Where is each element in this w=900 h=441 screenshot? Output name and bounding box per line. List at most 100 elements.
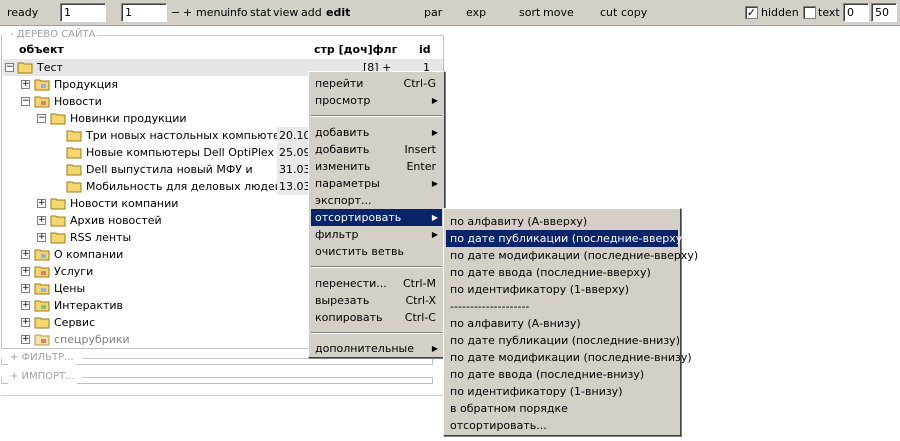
sort-alpha-desc[interactable]: по алфавиту (А-внизу) xyxy=(446,315,678,332)
tree-item-label: Dell выпустила новый МФУ и xyxy=(86,163,253,176)
sort-reverse[interactable]: в обратном порядке xyxy=(446,400,678,417)
menu-item-export[interactable]: экспорт... xyxy=(311,192,442,209)
expand-icon[interactable]: + xyxy=(37,216,46,225)
hidden-checkbox[interactable]: ✓ xyxy=(745,6,758,19)
expand-icon[interactable]: + xyxy=(37,199,46,208)
expand-icon[interactable]: + xyxy=(21,80,30,89)
menu-item-label: просмотр xyxy=(315,94,371,107)
tree-row[interactable]: Мобильность для деловых людей 13.03. xyxy=(3,178,316,195)
menu-item-view[interactable]: просмотр ▶ xyxy=(311,92,442,109)
expand-icon[interactable]: + xyxy=(21,250,30,259)
tree-row[interactable]: + О компании xyxy=(3,246,308,263)
text-label: text xyxy=(818,6,840,19)
submenu-arrow-icon: ▶ xyxy=(431,230,438,239)
expand-icon[interactable]: + xyxy=(21,284,30,293)
menu-item-cut[interactable]: вырезать Ctrl-X xyxy=(311,292,442,309)
import-panel-title[interactable]: + ИМПОРТ... xyxy=(8,370,77,384)
from-input[interactable] xyxy=(843,3,869,22)
sort-custom[interactable]: отсортировать... xyxy=(446,417,678,434)
tree-row[interactable]: + Цены xyxy=(3,280,308,297)
status-text: ready xyxy=(7,6,39,19)
move-link[interactable]: move xyxy=(543,6,574,20)
sort-link[interactable]: sort xyxy=(519,6,540,20)
plus-button[interactable]: + xyxy=(183,6,192,20)
count-input[interactable] xyxy=(871,3,897,22)
par-link[interactable]: par xyxy=(424,6,442,20)
collapse-icon[interactable]: − xyxy=(21,97,30,106)
tree-row[interactable]: Dell выпустила новый МФУ и 31.03. xyxy=(3,161,316,178)
tree-row[interactable]: + Продукция xyxy=(3,76,308,93)
menu-item-edit[interactable]: изменить Enter xyxy=(311,158,442,175)
sort-inputdate-newest-top[interactable]: по дате ввода (последние-вверху) xyxy=(446,264,678,281)
tree-row[interactable]: + Архив новостей xyxy=(3,212,308,229)
tree-item-label: Интерактив xyxy=(54,299,124,312)
sort-moddate-newest-bottom[interactable]: по дате модификации (последние-внизу) xyxy=(446,349,692,366)
column-object: объект xyxy=(19,43,64,56)
stat-link[interactable]: stat xyxy=(250,6,271,20)
tree-item-label: Мобильность для деловых людей xyxy=(86,180,282,193)
expand-icon[interactable]: + xyxy=(37,233,46,242)
tree-row[interactable]: + Интерактив xyxy=(3,297,308,314)
tree-row[interactable]: − Новости xyxy=(3,93,308,110)
tree-item-label: Три новых настольных компьютера xyxy=(86,129,294,142)
collapse-icon[interactable]: − xyxy=(37,114,46,123)
collapse-icon[interactable]: − xyxy=(5,63,14,72)
menu-item-label: вырезать xyxy=(315,294,370,307)
menu-item-more[interactable]: дополнительные ▶ xyxy=(311,340,442,357)
menu-item-clear-branch[interactable]: очистить ветвь xyxy=(311,243,442,260)
menu-item-filter[interactable]: фильтр ▶ xyxy=(311,226,442,243)
menu-item-sort[interactable]: отсортировать ▶ xyxy=(311,209,442,226)
sort-pubdate-newest-bottom[interactable]: по дате публикации (последние-внизу) xyxy=(446,332,680,349)
tree-row[interactable]: Новые компьютеры Dell OptiPlex 745 25.09… xyxy=(3,144,316,161)
tree-row[interactable]: + RSS ленты xyxy=(3,229,308,246)
view-link[interactable]: view xyxy=(273,6,298,20)
tree-row[interactable]: + Услуги xyxy=(3,263,308,280)
tree-row[interactable]: − Новинки продукции xyxy=(3,110,308,127)
minus-button[interactable]: − xyxy=(171,6,180,20)
submenu-arrow-icon: ▶ xyxy=(431,213,438,222)
tree-item-label: Новинки продукции xyxy=(70,112,187,125)
tree-row[interactable]: + Сервис xyxy=(3,314,308,331)
submenu-arrow-icon: ▶ xyxy=(431,96,438,105)
menu-link[interactable]: menu xyxy=(196,6,227,20)
submenu-arrow-icon: ▶ xyxy=(431,179,438,188)
field-2-input[interactable] xyxy=(121,3,167,22)
toolbar: ready − + menu info stat view add edit p… xyxy=(0,0,900,26)
menu-item-goto[interactable]: перейти Ctrl-G xyxy=(311,75,442,92)
menu-item-add[interactable]: добавить Insert xyxy=(311,141,442,158)
edit-link[interactable]: edit xyxy=(326,6,350,20)
menu-item-copy[interactable]: копировать Ctrl-C xyxy=(311,309,442,326)
sort-moddate-newest-top[interactable]: по дате модификации (последние-вверху) xyxy=(446,247,698,264)
menu-item-label: экспорт... xyxy=(315,194,372,207)
sort-pubdate-newest-top[interactable]: по дате публикации (последние-вверху) xyxy=(446,230,687,247)
exp-link[interactable]: exp xyxy=(466,6,486,20)
expand-icon[interactable]: + xyxy=(21,335,30,344)
menu-item-label: очистить ветвь xyxy=(315,245,404,258)
expand-icon[interactable]: + xyxy=(21,301,30,310)
menu-item-move[interactable]: перенести... Ctrl-M xyxy=(311,275,442,292)
tree-row[interactable]: + Новости компании xyxy=(3,195,308,212)
sort-inputdate-newest-bottom[interactable]: по дате ввода (последние-внизу) xyxy=(446,366,678,383)
menu-item-add-submenu[interactable]: добавить ▶ xyxy=(311,124,442,141)
cut-link[interactable]: cut xyxy=(600,6,617,20)
copy-link[interactable]: copy xyxy=(621,6,647,20)
filter-panel-title[interactable]: + ФИЛЬТР... xyxy=(8,351,76,365)
menu-item-shortcut: Enter xyxy=(406,160,436,173)
expand-icon[interactable]: + xyxy=(21,267,30,276)
tree-panel-title[interactable]: - ДЕРЕВО САЙТА xyxy=(8,28,98,42)
info-link[interactable]: info xyxy=(227,6,248,20)
bottom-divider xyxy=(1,395,444,396)
sort-id-desc[interactable]: по идентификатору (1-внизу) xyxy=(446,383,678,400)
sort-alpha-asc[interactable]: по алфавиту (А-вверху) xyxy=(446,213,678,230)
document-icon xyxy=(66,130,82,142)
expand-icon[interactable]: + xyxy=(21,318,30,327)
text-checkbox[interactable] xyxy=(803,6,816,19)
menu-item-label: изменить xyxy=(315,160,371,173)
sort-id-asc[interactable]: по идентификатору (1-вверху) xyxy=(446,281,678,298)
menu-separator xyxy=(311,332,442,334)
field-1-input[interactable] xyxy=(60,3,106,22)
tree-row[interactable]: Три новых настольных компьютера 20.10. xyxy=(3,127,316,144)
tree-row[interactable]: + спецрубрики xyxy=(3,331,308,348)
add-link[interactable]: add xyxy=(301,6,322,20)
menu-item-params[interactable]: параметры ▶ xyxy=(311,175,442,192)
